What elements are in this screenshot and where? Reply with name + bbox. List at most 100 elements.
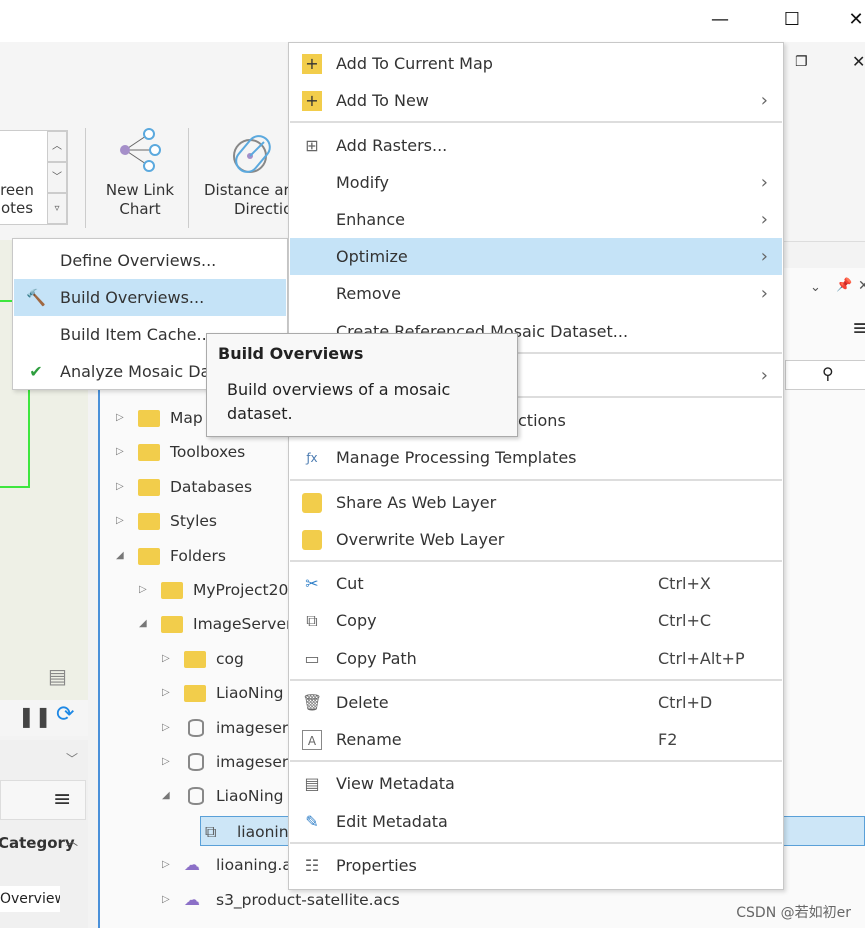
toolbox-icon <box>138 444 160 462</box>
check-icon: ✔ <box>29 362 43 381</box>
pane-options-icon[interactable]: ⌄ <box>810 280 821 295</box>
expand-arrow-icon[interactable]: ▷ <box>116 437 124 467</box>
gallery-up-button[interactable]: ︿ <box>47 131 67 162</box>
menu-item-overwrite-web-layer[interactable]: Overwrite Web Layer <box>290 521 782 558</box>
collapse-arrow-icon[interactable]: ◢ <box>116 541 124 571</box>
menu-item-share-web-layer[interactable]: Share As Web Layer <box>290 484 782 521</box>
tooltip: Build Overviews Build overviews of a mos… <box>206 333 518 437</box>
search-input[interactable]: ⚲ <box>785 360 865 390</box>
menu-item-add-to-current-map[interactable]: + Add To Current Map <box>290 45 782 82</box>
expand-arrow-icon[interactable]: ▷ <box>116 403 124 433</box>
collapse-arrow-icon[interactable]: ◢ <box>162 781 170 811</box>
tree-item-label: liaonin <box>237 822 289 841</box>
menu-icon[interactable]: ≡ <box>852 316 865 341</box>
menu-item-copy[interactable]: ⧉ Copy Ctrl+C <box>290 602 782 639</box>
distance-direction-button[interactable]: Distance ar Direction <box>198 128 288 228</box>
map-icon <box>138 410 160 427</box>
scissors-icon: ✂ <box>305 574 319 593</box>
screen-notes-gallery[interactable]: reen otes ︿ ﹀ ▿ <box>0 130 68 225</box>
tree-item-label: Styles <box>170 512 218 531</box>
processing-template-icon: ƒx <box>306 451 318 465</box>
tree-item-label: Folders <box>170 546 226 565</box>
category-header[interactable]: Category <box>0 834 75 852</box>
copy-icon: ⧉ <box>306 611 318 630</box>
expand-arrow-icon[interactable]: ▷ <box>162 850 170 880</box>
close-pane-icon[interactable]: ✕ <box>852 52 865 71</box>
direction-label: Direction <box>234 200 288 218</box>
new-link-chart-button[interactable]: New Link Chart <box>95 128 185 228</box>
menu-item-optimize[interactable]: Optimize › <box>290 238 782 275</box>
trash-icon: 🗑 <box>302 693 323 712</box>
expand-arrow-icon[interactable]: ▷ <box>162 678 170 708</box>
menu-item-add-to-new[interactable]: + Add To New › <box>290 82 782 119</box>
tree-item-label: Databases <box>170 477 253 496</box>
refresh-icon[interactable]: ⟳ <box>56 702 74 727</box>
ribbon-divider <box>85 128 86 228</box>
tree-item-label: LiaoNing <box>216 787 284 806</box>
server-icon: ☁ <box>184 889 200 909</box>
expand-arrow-icon[interactable]: ▷ <box>116 472 124 502</box>
tooltip-body: Build overviews of a mosaic dataset. <box>227 380 451 423</box>
tree-item-label: Toolboxes <box>170 443 246 462</box>
gallery-expand-button[interactable]: ▿ <box>47 193 67 224</box>
folder-icon <box>184 650 206 668</box>
menu-item-enhance[interactable]: Enhance › <box>290 201 782 238</box>
database-icon <box>188 787 204 806</box>
left-panel: ﹀ ≡ Category ︿ Overview <box>0 740 88 928</box>
sort-up-icon: ︿ <box>66 834 79 848</box>
project-folder-icon <box>161 582 183 599</box>
menu-icon[interactable]: ≡ <box>53 787 71 812</box>
expand-arrow-icon[interactable]: ▷ <box>162 885 170 915</box>
menu-item-add-rasters[interactable]: ⊞ Add Rasters... <box>290 127 782 164</box>
db-folder-icon <box>138 478 160 496</box>
menu-item-delete[interactable]: 🗑 Delete Ctrl+D <box>290 684 782 721</box>
tree-item-label: ImageServer <box>193 615 293 634</box>
menu-item-copy-path[interactable]: ▭ Copy Path Ctrl+Alt+P <box>290 640 782 677</box>
tree-item-label: cog <box>216 649 244 668</box>
expand-arrow-icon[interactable]: ▷ <box>116 506 124 536</box>
database-icon <box>188 753 204 771</box>
menu-item-build-overviews[interactable]: 🔨 Build Overviews... <box>14 279 286 316</box>
search-icon: ⚲ <box>822 364 834 383</box>
expand-arrow-icon[interactable]: ▷ <box>162 747 170 777</box>
add-new-icon: + <box>302 91 322 111</box>
chevron-down-icon[interactable]: ﹀ <box>66 750 78 767</box>
tree-item-label: imageser <box>216 753 289 771</box>
pin-icon[interactable]: 📌 <box>836 278 852 293</box>
menu-item-manage-templates[interactable]: ƒx Manage Processing Templates <box>290 439 782 476</box>
menu-item-rename[interactable]: A Rename F2 <box>290 721 782 758</box>
share-icon <box>302 493 322 513</box>
menu-item-cut[interactable]: ✂ Cut Ctrl+X <box>290 565 782 602</box>
metadata-icon: ▤ <box>304 774 320 793</box>
maximize-button[interactable]: ☐ <box>772 6 812 34</box>
expand-arrow-icon[interactable]: ▷ <box>162 644 170 674</box>
menu-item-modify[interactable]: Modify › <box>290 164 782 201</box>
menu-item-properties[interactable]: ☷ Properties <box>290 847 782 884</box>
folder-icon <box>161 616 183 634</box>
gallery-down-button[interactable]: ﹀ <box>47 162 67 193</box>
chevron-right-icon: › <box>760 209 768 230</box>
menu-item-remove[interactable]: Remove › <box>290 275 782 312</box>
distance-direction-icon <box>233 135 271 173</box>
expand-arrow-icon[interactable]: ▷ <box>162 713 170 743</box>
rename-icon: A <box>302 730 322 750</box>
folder-icon <box>184 685 206 703</box>
close-button[interactable]: ✕ <box>836 6 865 34</box>
menu-item-edit-metadata[interactable]: ✎ Edit Metadata <box>290 803 782 840</box>
close-pane-icon[interactable]: ✕ <box>858 278 865 294</box>
context-menu: + Add To Current Map + Add To New › ⊞ Add Ra… <box>288 42 784 890</box>
expand-arrow-icon[interactable]: ▷ <box>139 575 147 605</box>
restore-pane-icon[interactable]: ❐ <box>795 54 808 70</box>
menu-item-define-overviews[interactable]: Define Overviews... <box>14 242 286 279</box>
collapse-arrow-icon[interactable]: ◢ <box>139 609 147 639</box>
server-icon: ☁ <box>184 855 200 875</box>
chevron-right-icon: › <box>760 365 768 386</box>
new-link-chart-label-2: Chart <box>119 200 161 218</box>
tree-item-label: Map <box>170 409 203 427</box>
title-bar: — ☐ ✕ <box>0 0 865 42</box>
menu-item-view-metadata[interactable]: ▤ View Metadata <box>290 765 782 802</box>
pause-icon[interactable]: ❚❚ <box>18 704 52 728</box>
bookmark-icon[interactable]: ▤ <box>48 664 67 688</box>
overview-cell[interactable]: Overview <box>0 886 60 912</box>
minimize-button[interactable]: — <box>700 6 740 34</box>
